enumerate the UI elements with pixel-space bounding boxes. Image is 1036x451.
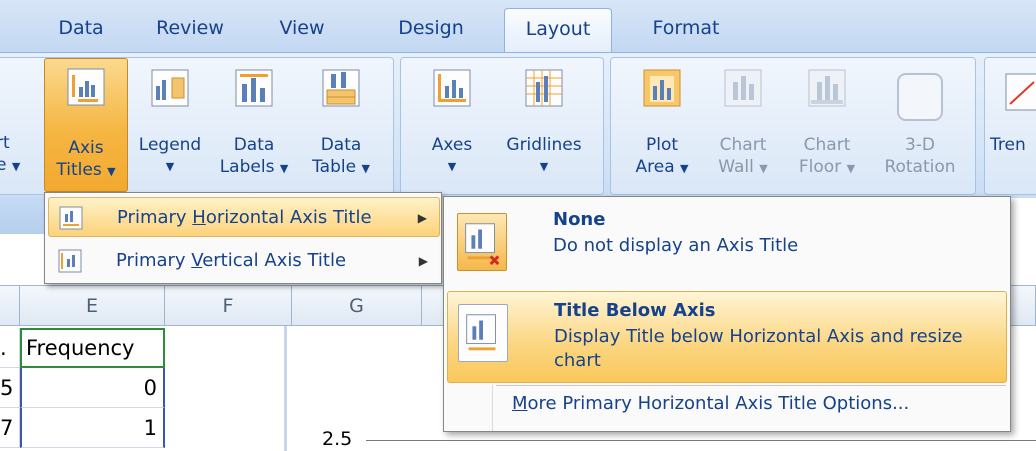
title-below-axis-icon: [458, 304, 508, 362]
trendline-icon: [1005, 73, 1036, 111]
chart-title-icon: [0, 56, 2, 96]
chart-floor-icon: [808, 69, 846, 107]
data-table-label-2: Table: [312, 157, 357, 177]
menu-text-pre: Primary: [116, 250, 192, 271]
plot-area-label-1: Plot: [645, 135, 679, 155]
more-axis-title-options[interactable]: More Primary Horizontal Axis Title Optio…: [512, 393, 909, 414]
chart-gridline: [366, 440, 1036, 441]
horizontal-axis-title-submenu: None Do not display an Axis Title Title …: [443, 196, 1011, 432]
axis-titles-label-2: Titles: [56, 160, 102, 180]
menu-item-primary-horizontal-axis-title[interactable]: Primary Horizontal Axis Title ▶: [48, 197, 440, 237]
3d-rotation-icon: [897, 73, 943, 121]
tab-review[interactable]: Review: [140, 8, 240, 52]
column-header-g[interactable]: G: [292, 286, 422, 326]
trendline-button[interactable]: Tren: [990, 58, 1036, 176]
chart-wall-icon: [724, 69, 762, 107]
tab-layout[interactable]: Layout: [504, 8, 612, 52]
cell-value[interactable]: 0: [20, 368, 165, 408]
tab-view[interactable]: View: [262, 8, 342, 52]
option-title-below-axis[interactable]: Title Below Axis Display Title below Hor…: [447, 291, 1007, 383]
axis-tick-label: 2.5: [322, 428, 353, 450]
axes-button[interactable]: Axes ▼: [414, 58, 490, 176]
plot-area-icon: [643, 69, 681, 107]
chart-title-label-1: rt: [0, 133, 10, 153]
tab-data[interactable]: Data: [38, 8, 124, 52]
submenu-arrow-icon: ▶: [418, 254, 428, 268]
chart-floor-button[interactable]: Chart Floor ▼: [784, 58, 870, 177]
menu-icon-strip: [492, 385, 493, 431]
data-labels-label-1: Data: [233, 135, 275, 155]
plot-area-label-2: Area: [635, 157, 675, 177]
menu-text-post: ertical Axis Title: [202, 250, 347, 271]
chart-wall-button[interactable]: Chart Wall ▼: [704, 58, 782, 177]
chart-title-label-2: e: [0, 155, 7, 175]
menu-item-primary-vertical-axis-title[interactable]: Primary Vertical Axis Title ▶: [48, 241, 440, 281]
menu-text-post: orizontal Axis Title: [205, 207, 372, 228]
option-title-below-axis-description: Display Title below Horizontal Axis and …: [554, 326, 963, 371]
menu-text-accelerator: H: [192, 207, 206, 228]
axis-titles-label-1: Axis: [68, 138, 104, 158]
legend-label: Legend: [138, 135, 202, 155]
data-labels-label-2: Labels: [219, 157, 275, 177]
more-options-text: ore Primary Horizontal Axis Title Option…: [527, 393, 910, 414]
data-table-button[interactable]: Data Table ▼: [296, 58, 386, 177]
axes-icon: [433, 69, 471, 107]
menu-text-pre: Primary: [117, 207, 193, 228]
legend-icon: [151, 69, 189, 107]
3d-rotation-label-1: 3-D: [904, 135, 936, 155]
tab-format[interactable]: Format: [632, 8, 740, 52]
3d-rotation-label-2: Rotation: [884, 157, 956, 177]
menu-separator: [496, 385, 1006, 386]
cell-d3[interactable]: 7: [0, 408, 20, 448]
option-none-title: None: [553, 209, 606, 230]
chart-floor-label-2: Floor: [798, 157, 842, 177]
axes-label: Axes: [431, 135, 473, 155]
option-title-below-axis-title: Title Below Axis: [554, 300, 716, 321]
data-labels-button[interactable]: Data Labels ▼: [212, 58, 296, 177]
data-table-icon: [322, 69, 360, 107]
tab-design[interactable]: Design: [376, 8, 486, 52]
column-header-f[interactable]: F: [165, 286, 292, 326]
submenu-arrow-icon: ▶: [417, 211, 427, 225]
cell-frequency-header[interactable]: Frequency: [20, 328, 165, 368]
data-table-label-1: Data: [320, 135, 362, 155]
cell-d2[interactable]: 5: [0, 368, 20, 408]
horizontal-axis-title-icon: [59, 206, 83, 230]
legend-button[interactable]: Legend ▼: [128, 58, 212, 176]
3d-rotation-button[interactable]: 3-D Rotation: [872, 58, 968, 177]
column-header-e[interactable]: E: [20, 286, 165, 326]
chart-wall-label-1: Chart: [719, 135, 767, 155]
gridlines-icon: [525, 69, 563, 107]
cell-d1[interactable]: .: [0, 328, 20, 368]
axis-titles-menu: Primary Horizontal Axis Title ▶ Primary …: [44, 192, 442, 284]
plot-area-button[interactable]: Plot Area ▼: [622, 58, 702, 177]
trendline-label: Tren: [990, 135, 1026, 155]
column-header-d[interactable]: [0, 286, 20, 326]
more-options-accelerator: M: [512, 393, 528, 414]
menu-text-accelerator: V: [191, 250, 203, 271]
ribbon-tab-strip: Data Review View Design Layout Format: [0, 0, 1036, 52]
axis-titles-icon: [67, 68, 105, 106]
gridlines-label: Gridlines: [506, 135, 582, 155]
gridlines-button[interactable]: Gridlines ▼: [494, 58, 594, 176]
chart-title-button[interactable]: rt e ▼: [0, 56, 26, 175]
chart-floor-label-1: Chart: [803, 135, 851, 155]
data-labels-icon: [235, 69, 273, 107]
vertical-axis-title-icon: [58, 249, 82, 273]
axis-titles-button[interactable]: Axis Titles ▼: [44, 58, 128, 192]
cell-value[interactable]: 1: [20, 408, 165, 448]
no-axis-title-icon: [457, 213, 507, 271]
option-none[interactable]: None Do not display an Axis Title: [447, 201, 1007, 293]
option-none-description: Do not display an Axis Title: [553, 235, 799, 256]
chart-wall-label-2: Wall: [718, 157, 754, 177]
